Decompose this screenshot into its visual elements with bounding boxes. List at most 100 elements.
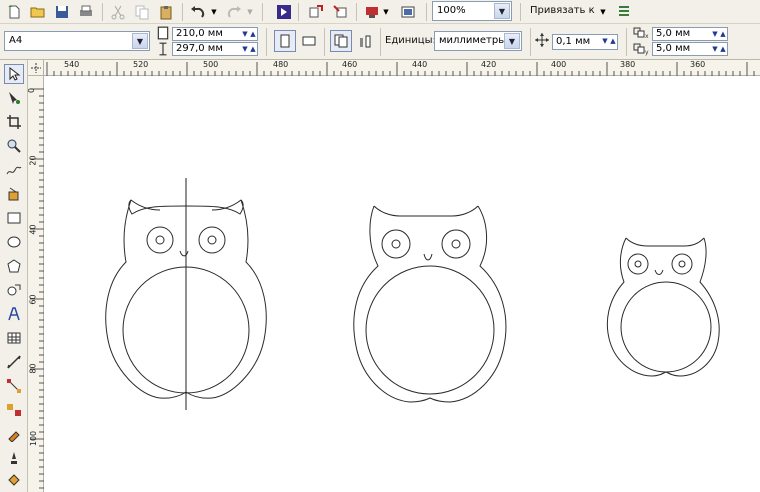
shape-tool-icon[interactable] (4, 88, 24, 108)
nudge-field[interactable]: 0,1 мм ▼ ▲ (552, 34, 618, 50)
ruler-h-label: 500 (203, 60, 219, 69)
horizontal-ruler[interactable]: 540 520 500 480 460 440 420 400 380 360 (44, 60, 760, 76)
pick-tool-icon[interactable] (4, 64, 24, 84)
ruler-v-label: 20 (28, 155, 38, 166)
units-combo[interactable]: миллиметры ▼ (434, 31, 522, 51)
current-page-button[interactable] (354, 30, 376, 52)
units-label: Единицы: (385, 35, 436, 46)
nudge-up-icon[interactable]: ▲ (609, 35, 617, 49)
snap-to-label[interactable]: Привязать к (530, 5, 595, 16)
dup-x-down-icon[interactable]: ▼ (711, 28, 719, 40)
duplicate-x-icon: x (632, 26, 650, 40)
toolbox (0, 60, 28, 492)
duplicate-y-field[interactable]: 5,0 мм ▼ ▲ (652, 42, 728, 56)
owl-drawing-medium[interactable] (353, 205, 507, 403)
fullscreen-icon[interactable] (398, 2, 418, 22)
standard-toolbar: ▼ ▼ ▼ 100% ▼ Привязать к ▼ (0, 0, 760, 24)
connector-tool-icon[interactable] (4, 376, 24, 396)
ruler-h-label: 440 (412, 60, 428, 69)
paper-size-value: A4 (9, 35, 23, 46)
text-tool-icon[interactable] (4, 304, 24, 324)
ruler-h-label: 520 (133, 60, 149, 69)
nudge-value: 0,1 мм (556, 36, 591, 47)
page-height-field[interactable]: 297,0 мм ▼ ▲ (172, 42, 258, 56)
options-icon[interactable] (614, 2, 634, 22)
width-down-icon[interactable]: ▼ (241, 28, 249, 40)
owl-drawing-small[interactable] (606, 237, 720, 377)
ruler-h-label: 460 (342, 60, 358, 69)
ruler-h-label: 420 (481, 60, 497, 69)
crop-tool-icon[interactable] (4, 112, 24, 132)
search-icon[interactable] (274, 2, 294, 22)
all-pages-button[interactable] (330, 30, 352, 52)
ruler-v-label: 0 (27, 87, 37, 94)
chevron-down-icon[interactable]: ▼ (494, 3, 510, 19)
width-up-icon[interactable]: ▲ (249, 28, 257, 40)
import-icon[interactable] (306, 2, 326, 22)
nudge-down-icon[interactable]: ▼ (601, 35, 609, 49)
dimension-tool-icon[interactable] (4, 352, 24, 372)
ruler-h-label: 480 (273, 60, 289, 69)
zoom-level-value: 100% (437, 5, 466, 16)
eyedropper-tool-icon[interactable] (4, 424, 24, 444)
portrait-button[interactable] (274, 30, 296, 52)
duplicate-x-field[interactable]: 5,0 мм ▼ ▲ (652, 27, 728, 41)
blend-tool-icon[interactable] (4, 400, 24, 420)
zoom-tool-icon[interactable] (4, 136, 24, 156)
basic-shapes-icon[interactable] (4, 280, 24, 300)
chevron-down-icon[interactable]: ▼ (504, 33, 520, 49)
paste-icon[interactable] (156, 2, 176, 22)
vertical-ruler[interactable]: 0 20 40 60 80 100 (27, 76, 44, 492)
page-height-icon (156, 42, 170, 56)
chevron-down-icon[interactable]: ▼ (132, 33, 148, 49)
snap-dropdown-icon[interactable]: ▼ (596, 2, 610, 22)
redo-icon[interactable] (224, 2, 244, 22)
owl-drawing-large[interactable] (105, 178, 267, 410)
print-icon[interactable] (76, 2, 96, 22)
ruler-v-label: 60 (28, 294, 38, 305)
zoom-level-combo[interactable]: 100% ▼ (432, 1, 512, 21)
freehand-tool-icon[interactable] (4, 160, 24, 180)
height-down-icon[interactable]: ▼ (241, 43, 249, 55)
rectangle-tool-icon[interactable] (4, 208, 24, 228)
polygon-tool-icon[interactable] (4, 256, 24, 276)
drawing-canvas[interactable] (45, 77, 760, 492)
dup-x-up-icon[interactable]: ▲ (719, 28, 727, 40)
page-height-value: 297,0 мм (176, 43, 223, 54)
duplicate-y-value: 5,0 мм (656, 43, 691, 54)
open-icon[interactable] (28, 2, 48, 22)
ruler-h-label: 360 (690, 60, 706, 69)
height-up-icon[interactable]: ▲ (249, 43, 257, 55)
ruler-h-label: 540 (64, 60, 80, 69)
cut-icon[interactable] (108, 2, 128, 22)
smart-fill-icon[interactable] (4, 184, 24, 204)
outline-tool-icon[interactable] (4, 448, 24, 468)
new-icon[interactable] (4, 2, 24, 22)
ruler-v-label: 100 (29, 430, 39, 447)
page-width-field[interactable]: 210,0 мм ▼ ▲ (172, 27, 258, 41)
landscape-button[interactable] (298, 30, 320, 52)
table-tool-icon[interactable] (4, 328, 24, 348)
dup-y-sub: y (645, 49, 649, 56)
dup-y-down-icon[interactable]: ▼ (711, 43, 719, 55)
dup-x-sub: x (645, 33, 649, 40)
ellipse-tool-icon[interactable] (4, 232, 24, 252)
ruler-origin[interactable] (28, 60, 44, 76)
ruler-v-label: 40 (28, 224, 38, 235)
ruler-h-label: 400 (551, 60, 567, 69)
page-width-icon (156, 26, 170, 40)
undo-icon[interactable] (188, 2, 208, 22)
save-icon[interactable] (52, 2, 72, 22)
publish-dropdown-icon[interactable]: ▼ (380, 2, 392, 22)
undo-dropdown-icon[interactable]: ▼ (208, 2, 220, 22)
publish-icon[interactable] (362, 2, 382, 22)
property-bar: A4 ▼ 210,0 мм ▼ ▲ 297,0 мм ▼ ▲ Единицы: милли… (0, 24, 760, 60)
ruler-h-label: 380 (620, 60, 636, 69)
dup-y-up-icon[interactable]: ▲ (719, 43, 727, 55)
copy-icon[interactable] (132, 2, 152, 22)
units-value: миллиметры (439, 35, 507, 46)
fill-tool-icon[interactable] (4, 470, 24, 490)
paper-size-combo[interactable]: A4 ▼ (4, 31, 150, 51)
export-icon[interactable] (330, 2, 350, 22)
redo-dropdown-icon[interactable]: ▼ (244, 2, 256, 22)
